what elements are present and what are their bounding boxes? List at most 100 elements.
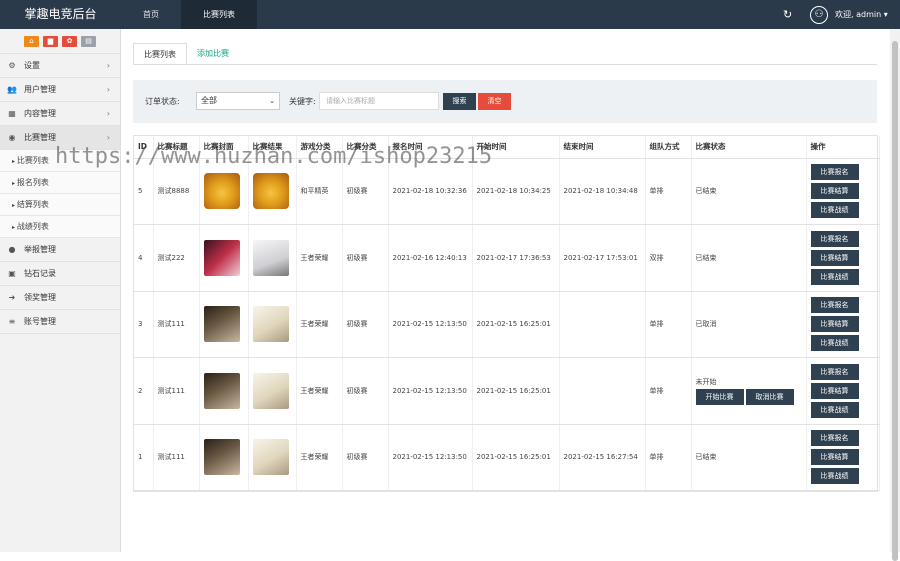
row-status-actions: 开始比赛 取消比赛 xyxy=(695,388,806,405)
sidebar-item-label: 比赛管理 xyxy=(24,132,56,142)
sidebar: ⌂ ▆ ✿ ▤ ⚙ 设置 › 👥 用户管理 › ▦ 内容管理 › ◉ 比赛管理 › ▸ 比赛列表 ▸ 报名列表… xyxy=(0,29,121,552)
row-status-cell: 已取消 xyxy=(691,291,807,358)
match-table: ID 比赛标题 比赛封面 比赛结果 游戏分类 比赛分类 报名时间 开始时间 结束时间 组队方式 比赛… xyxy=(133,135,880,492)
match-settle-button[interactable]: 比赛结算 xyxy=(810,316,859,333)
row-cover xyxy=(199,224,249,292)
sidebar-item-comment[interactable]: ● 举报管理 xyxy=(0,238,120,262)
table-row: 1 测试111 王者荣耀 初级赛 2021-02-15 12:13:50 2021-02-… xyxy=(134,424,880,491)
match-settle-button[interactable]: 比赛结算 xyxy=(810,449,859,466)
match-signup-button[interactable]: 比赛报名 xyxy=(810,297,859,314)
gear-icon[interactable]: ✿ xyxy=(62,35,77,47)
cover-image xyxy=(203,173,240,210)
chevron-right-icon: › xyxy=(106,60,110,70)
match-settle-button[interactable]: 比赛结算 xyxy=(810,183,859,200)
match-settle-button[interactable]: 比赛结算 xyxy=(810,382,859,399)
sidebar-item-signin[interactable]: ➜ 领奖管理 xyxy=(0,286,120,310)
nav-match-list[interactable]: 比赛列表 xyxy=(181,0,257,29)
result-image xyxy=(252,439,289,476)
match-signup-button[interactable]: 比赛报名 xyxy=(810,230,859,247)
match-record-button[interactable]: 比赛战绩 xyxy=(810,268,859,285)
ops-group: 比赛报名比赛结算比赛战绩 xyxy=(810,297,879,352)
match-record-button[interactable]: 比赛战绩 xyxy=(810,401,859,418)
row-status-cell: 已结束 xyxy=(691,424,807,491)
sidebar-sub-item[interactable]: ▸ 报名列表 xyxy=(0,172,120,194)
filter-bar: 订单状态: 全部 ⌄ 关键字: 请输入比赛标题 搜索 清空 xyxy=(133,80,877,123)
watermark: https://www.huzhan.com/ishop23215 xyxy=(55,144,493,169)
match-record-button[interactable]: 比赛战绩 xyxy=(810,202,859,219)
sidebar-item-menu[interactable]: ≡ 账号管理 xyxy=(0,310,120,334)
row-status: 已取消 xyxy=(695,320,717,329)
ops-group: 比赛报名比赛结算比赛战绩 xyxy=(810,363,879,418)
row-start-time: 2021-02-15 16:25:01 xyxy=(472,357,560,425)
sidebar-sub-label: 报名列表 xyxy=(16,178,49,187)
row-category: 初级赛 xyxy=(342,291,389,358)
row-reg-time: 2021-02-15 12:13:50 xyxy=(388,291,473,358)
brand-title: 掌趣电竞后台 xyxy=(24,7,97,21)
sidebar-item-label: 举报管理 xyxy=(24,244,56,254)
result-image xyxy=(252,239,289,276)
column-header: 操作 xyxy=(806,136,880,159)
row-status: 已结束 xyxy=(695,187,717,196)
nav-home[interactable]: 首页 xyxy=(121,0,181,29)
chevron-right-icon: › xyxy=(106,84,110,94)
row-status-cell: 已结束 xyxy=(691,224,807,292)
list-icon[interactable]: ▤ xyxy=(81,35,96,47)
row-cover xyxy=(199,357,249,425)
result-image xyxy=(252,372,289,409)
cancel-match-button[interactable]: 取消比赛 xyxy=(745,388,794,405)
row-status-cell: 未开始开始比赛 取消比赛 xyxy=(691,357,807,425)
sidebar-sub-item[interactable]: ▸ 结算列表 xyxy=(0,194,120,216)
sidebar-item-users[interactable]: 👥 用户管理 › xyxy=(0,78,120,102)
row-start-time: 2021-02-15 16:25:01 xyxy=(472,291,560,358)
home-icon[interactable]: ⌂ xyxy=(24,35,39,47)
row-game: 王者荣耀 xyxy=(296,224,343,292)
clear-button[interactable]: 清空 xyxy=(478,93,511,110)
grid-icon: ▦ xyxy=(8,108,16,118)
row-game: 王者荣耀 xyxy=(296,424,343,491)
scrollbar-thumb[interactable] xyxy=(892,41,898,561)
menu-icon: ≡ xyxy=(8,316,16,326)
keyword-input[interactable]: 请输入比赛标题 xyxy=(319,92,439,110)
search-button[interactable]: 搜索 xyxy=(443,93,476,110)
sidebar-item-label: 设置 xyxy=(24,60,40,70)
start-match-button[interactable]: 开始比赛 xyxy=(695,388,744,405)
row-status: 未开始 xyxy=(695,377,717,386)
refresh-icon[interactable]: ↻ xyxy=(783,8,792,21)
status-select[interactable]: 全部 ⌄ xyxy=(196,92,280,110)
sidebar-item-label: 内容管理 xyxy=(24,108,56,118)
match-signup-button[interactable]: 比赛报名 xyxy=(810,430,859,447)
row-id: 3 xyxy=(134,291,154,358)
sidebar-item-grid[interactable]: ▦ 内容管理 › xyxy=(0,102,120,126)
row-reg-time: 2021-02-15 12:13:50 xyxy=(388,424,473,491)
row-end-time: 2021-02-17 17:53:01 xyxy=(559,224,646,292)
tab-add-match[interactable]: 添加比赛 xyxy=(187,43,239,64)
row-title: 测试111 xyxy=(153,291,200,358)
trash-icon[interactable]: ▆ xyxy=(43,35,58,47)
share-avatar-icon[interactable]: ⚇ xyxy=(810,6,828,24)
scrollbar[interactable] xyxy=(890,29,900,561)
users-icon: 👥 xyxy=(7,84,17,94)
sidebar-item-settings[interactable]: ⚙ 设置 › xyxy=(0,54,120,78)
row-team-mode: 单排 xyxy=(645,158,692,225)
money-icon: ▣ xyxy=(8,268,16,278)
row-cover xyxy=(199,424,249,491)
row-game: 王者荣耀 xyxy=(296,291,343,358)
sidebar-sub-item[interactable]: ▸ 战绩列表 xyxy=(0,216,120,238)
status-select-value: 全部 xyxy=(201,96,217,105)
cover-image xyxy=(203,439,240,476)
match-settle-button[interactable]: 比赛结算 xyxy=(810,249,859,266)
row-ops: 比赛报名比赛结算比赛战绩 xyxy=(806,424,880,491)
row-reg-time: 2021-02-15 12:13:50 xyxy=(388,357,473,425)
row-ops: 比赛报名比赛结算比赛战绩 xyxy=(806,357,880,425)
user-menu[interactable]: 欢迎, admin ▾ xyxy=(835,0,888,29)
match-record-button[interactable]: 比赛战绩 xyxy=(810,468,859,485)
row-team-mode: 双排 xyxy=(645,224,692,292)
match-signup-button[interactable]: 比赛报名 xyxy=(810,363,859,380)
row-title: 测试222 xyxy=(153,224,200,292)
table-row: 2 测试111 王者荣耀 初级赛 2021-02-15 12:13:50 2021-02-… xyxy=(134,357,880,425)
match-record-button[interactable]: 比赛战绩 xyxy=(810,335,859,352)
row-cover xyxy=(199,291,249,358)
tab-match-list[interactable]: 比赛列表 xyxy=(133,43,187,64)
sidebar-item-money[interactable]: ▣ 钻石记录 xyxy=(0,262,120,286)
match-signup-button[interactable]: 比赛报名 xyxy=(810,164,859,181)
